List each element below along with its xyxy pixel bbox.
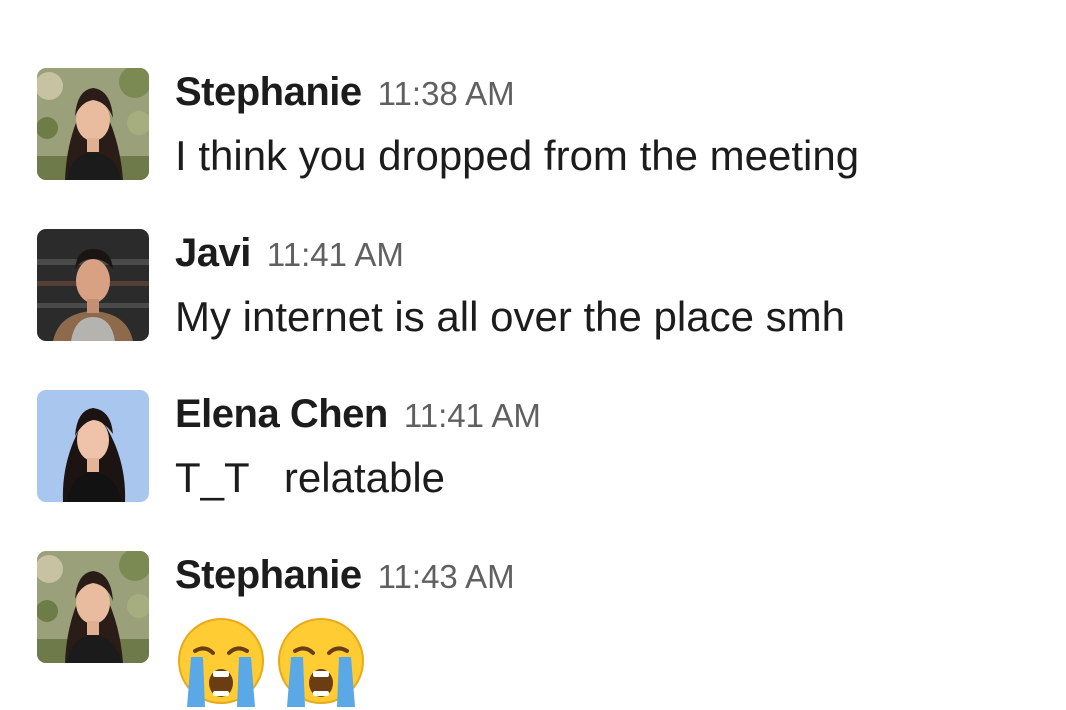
message-feed: Stephanie 11:38 AM I think you dropped fr… — [0, 0, 1066, 710]
sender-name[interactable]: Elena Chen — [175, 392, 388, 436]
message-item[interactable]: Stephanie 11:38 AM I think you dropped fr… — [37, 68, 1037, 180]
javi-avatar-icon — [37, 229, 149, 341]
message-header: Stephanie 11:38 AM — [175, 70, 515, 120]
message-header: Stephanie 11:43 AM — [175, 553, 515, 603]
sender-name[interactable]: Javi — [175, 231, 251, 275]
timestamp[interactable]: 11:38 AM — [378, 75, 515, 112]
message-text: T_T relatable — [175, 454, 446, 501]
message-emojis — [175, 615, 367, 707]
timestamp[interactable]: 11:41 AM — [267, 236, 404, 273]
message-header: Elena Chen 11:41 AM — [175, 392, 541, 442]
stephanie-avatar-icon — [37, 551, 149, 663]
loudly-crying-face-icon[interactable] — [275, 615, 367, 707]
sender-name[interactable]: Stephanie — [175, 553, 362, 597]
timestamp[interactable]: 11:43 AM — [378, 558, 515, 595]
avatar[interactable] — [37, 68, 149, 180]
avatar[interactable] — [37, 390, 149, 502]
message-item[interactable]: Elena Chen 11:41 AM T_T relatable — [37, 390, 1037, 502]
message-item[interactable]: Javi 11:41 AM My internet is all over the… — [37, 229, 1037, 341]
avatar[interactable] — [37, 229, 149, 341]
elena-avatar-icon — [37, 390, 149, 502]
message-item[interactable]: Stephanie 11:43 AM — [37, 551, 1037, 707]
message-text: My internet is all over the place smh — [175, 293, 845, 340]
message-header: Javi 11:41 AM — [175, 231, 404, 281]
message-text: I think you dropped from the meeting — [175, 132, 860, 179]
stephanie-avatar-icon — [37, 68, 149, 180]
loudly-crying-face-icon[interactable] — [175, 615, 267, 707]
timestamp[interactable]: 11:41 AM — [404, 397, 541, 434]
avatar[interactable] — [37, 551, 149, 663]
sender-name[interactable]: Stephanie — [175, 70, 362, 114]
